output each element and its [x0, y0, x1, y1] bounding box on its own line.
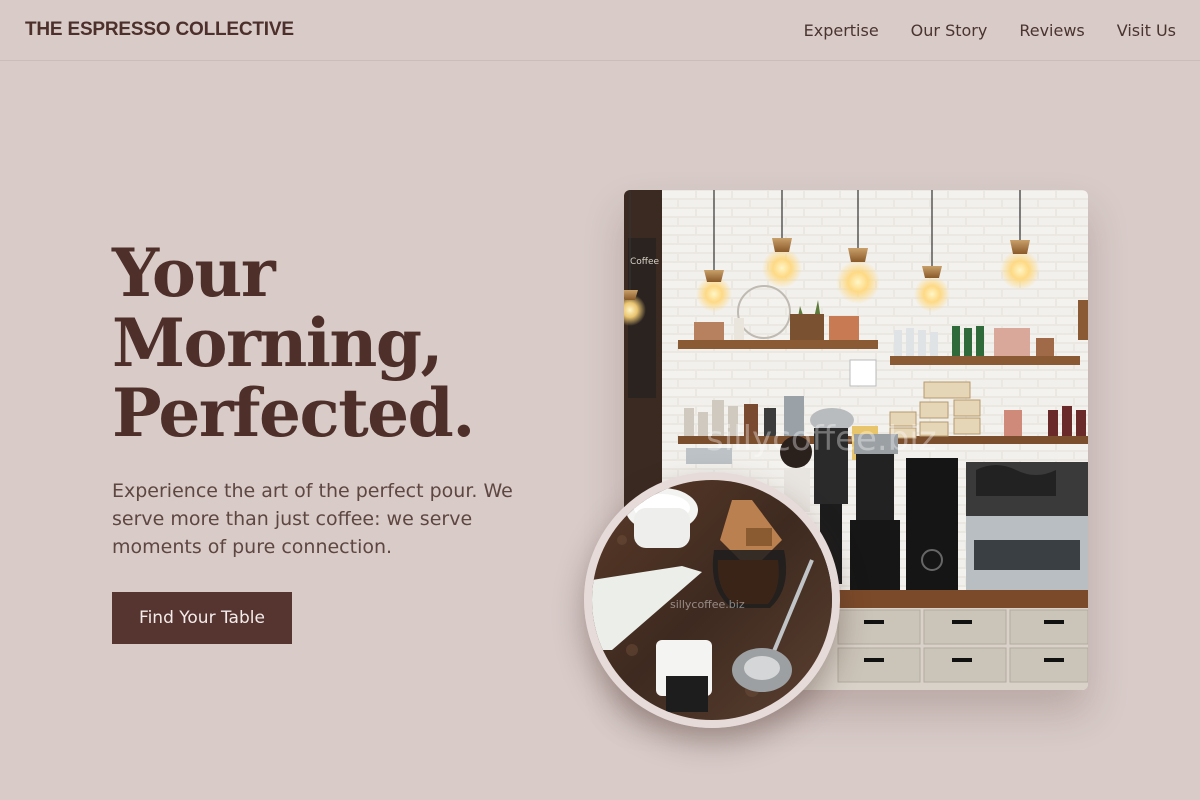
- site-header: THE ESPRESSO COLLECTIVE Expertise Our St…: [0, 0, 1200, 61]
- main-nav: Expertise Our Story Reviews Visit Us: [804, 21, 1176, 40]
- pour-over-circle-image: sillycoffee.biz: [584, 472, 840, 728]
- nav-link-expertise[interactable]: Expertise: [804, 21, 879, 40]
- svg-text:Coffee: Coffee: [630, 257, 660, 267]
- pour-over-illustration: sillycoffee.biz: [592, 480, 832, 720]
- hero-subtitle: Experience the art of the perfect pour. …: [112, 480, 513, 558]
- hero-title-line-1: Your: [112, 234, 276, 312]
- nav-link-reviews[interactable]: Reviews: [1019, 21, 1084, 40]
- hero-title-line-2: Morning,: [112, 304, 444, 382]
- find-your-table-button[interactable]: Find Your Table: [112, 592, 292, 644]
- circle-image-watermark: sillycoffee.biz: [670, 598, 745, 611]
- hero-title: Your Morning, Perfected.: [112, 238, 572, 448]
- landing-page: THE ESPRESSO COLLECTIVE Expertise Our St…: [0, 0, 1200, 800]
- nav-link-our-story[interactable]: Our Story: [911, 21, 988, 40]
- brand-logo-link[interactable]: THE ESPRESSO COLLECTIVE: [25, 19, 294, 41]
- nav-link-visit-us[interactable]: Visit Us: [1117, 21, 1176, 40]
- hero-title-line-3: Perfected.: [112, 374, 475, 452]
- image-watermark: sillycoffee.biz: [706, 419, 937, 459]
